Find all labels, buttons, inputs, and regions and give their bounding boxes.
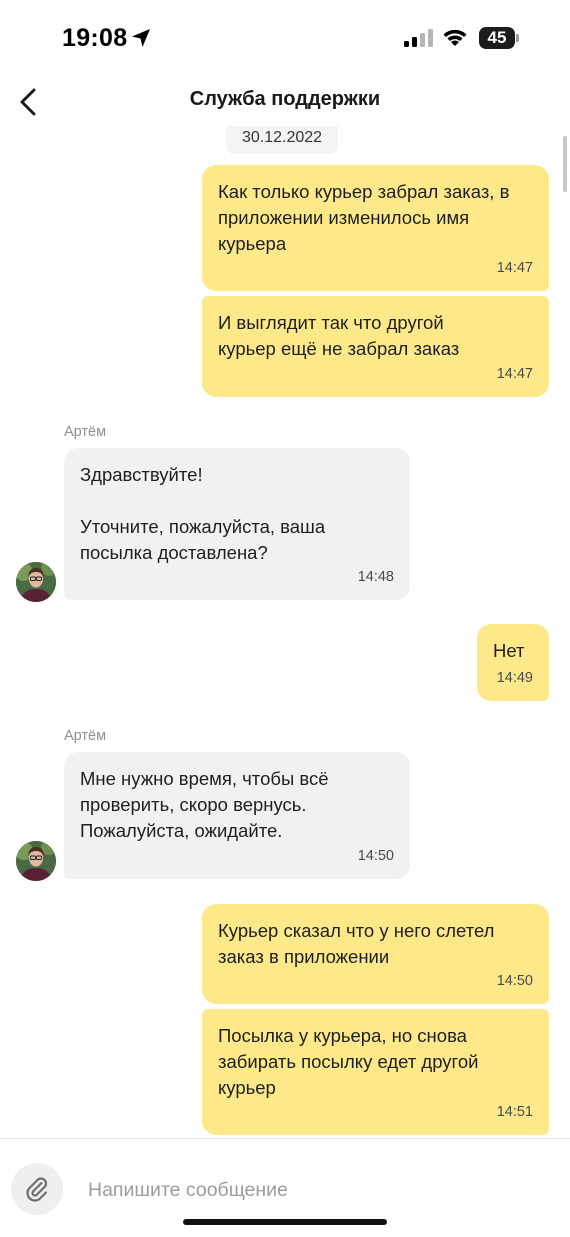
avatar[interactable] <box>16 562 56 602</box>
outgoing-message[interactable]: И выглядит так что другой курьер ещё не … <box>202 296 549 397</box>
message-time: 14:48 <box>357 569 394 585</box>
battery-icon: 45 <box>479 27 519 49</box>
message-time: 14:49 <box>496 670 533 686</box>
message-text: Как только курьер забрал заказ, в прилож… <box>218 181 510 254</box>
avatar[interactable] <box>16 841 56 881</box>
message-input[interactable] <box>88 1175 528 1205</box>
chat-messages[interactable]: 30.12.2022 Как только курьер забрал зака… <box>0 126 570 1138</box>
cellular-signal-icon <box>404 29 433 47</box>
outgoing-message[interactable]: Нет 14:49 <box>477 624 549 701</box>
message-text: И выглядит так что другой курьер ещё не … <box>218 312 460 359</box>
message-time: 14:51 <box>496 1104 533 1120</box>
message-time: 14:47 <box>496 260 533 276</box>
location-arrow-icon <box>132 29 150 47</box>
page-title: Служба поддержки <box>189 88 381 110</box>
avatar-image <box>16 562 56 602</box>
wifi-icon <box>443 29 467 46</box>
message-text: Курьер сказал что у него слетел заказ в … <box>218 920 495 967</box>
battery-level: 45 <box>487 28 507 47</box>
incoming-message[interactable]: Мне нужно время, чтобы всё проверить, ск… <box>64 752 410 879</box>
status-time: 19:08 <box>62 24 128 52</box>
message-time: 14:50 <box>357 848 394 864</box>
outgoing-message[interactable]: Как только курьер забрал заказ, в прилож… <box>202 165 549 291</box>
message-time: 14:50 <box>496 973 533 989</box>
message-text: Нет <box>493 640 525 661</box>
message-text: Посылка у курьера, но снова забирать пос… <box>218 1025 479 1098</box>
chat-header: Служба поддержки <box>0 78 570 126</box>
message-text: Мне нужно время, чтобы всё проверить, ск… <box>80 768 329 841</box>
incoming-message[interactable]: Здравствуйте! Уточните, пожалуйста, ваша… <box>64 448 410 600</box>
message-text: Здравствуйте! Уточните, пожалуйста, ваша… <box>80 464 326 563</box>
outgoing-message[interactable]: Курьер сказал что у него слетел заказ в … <box>202 904 549 1004</box>
attach-button[interactable] <box>11 1163 63 1215</box>
sender-name: Артём <box>64 424 107 440</box>
scrollbar[interactable] <box>563 136 567 192</box>
message-time: 14:47 <box>496 366 533 382</box>
avatar-image <box>16 841 56 881</box>
message-composer <box>0 1138 570 1237</box>
paperclip-icon <box>26 1177 48 1202</box>
date-separator: 30.12.2022 <box>226 126 338 154</box>
outgoing-message[interactable]: Посылка у курьера, но снова забирать пос… <box>202 1009 549 1135</box>
status-bar: 19:08 45 <box>0 0 570 78</box>
sender-name: Артём <box>64 728 107 744</box>
home-indicator[interactable] <box>183 1219 387 1225</box>
